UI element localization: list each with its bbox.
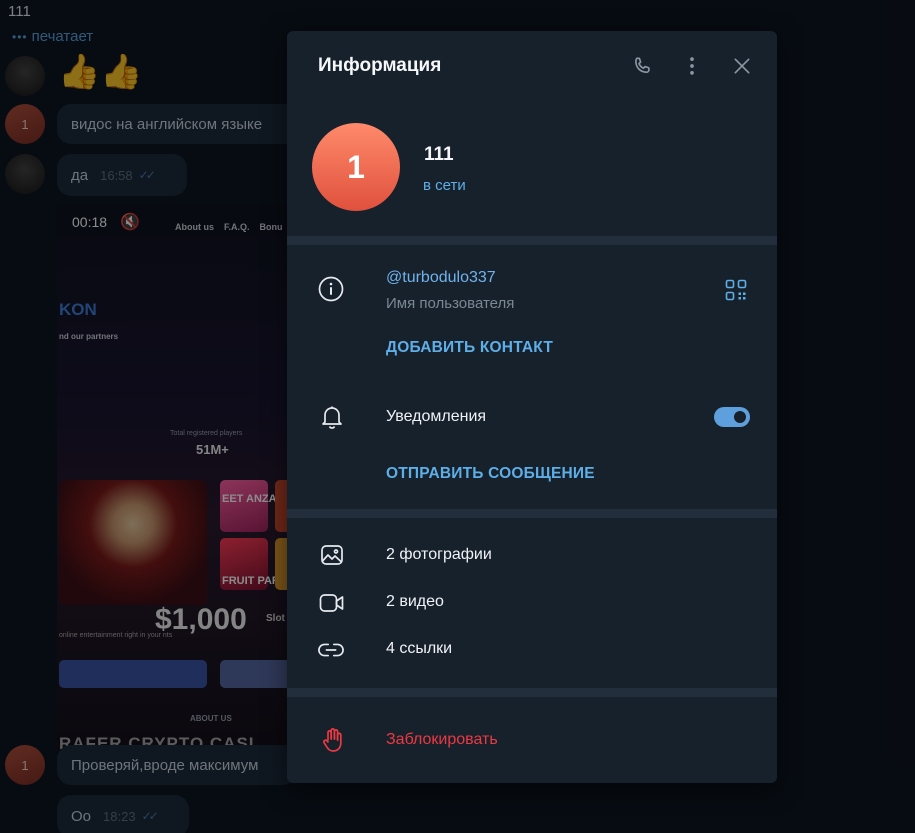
add-contact-button[interactable]: ДОБАВИТЬ КОНТАКТ xyxy=(386,339,553,357)
block-user-button[interactable]: Заблокировать xyxy=(386,731,498,749)
section-divider xyxy=(287,688,777,697)
info-icon xyxy=(318,276,344,302)
section-divider xyxy=(287,509,777,518)
notifications-toggle[interactable] xyxy=(714,407,750,427)
profile-name: 111 xyxy=(424,144,454,165)
bell-icon xyxy=(319,404,345,430)
send-message-button[interactable]: ОТПРАВИТЬ СООБЩЕНИЕ xyxy=(386,465,595,483)
links-count[interactable]: 4 ссылки xyxy=(386,640,452,658)
photo-icon xyxy=(319,542,345,568)
panel-title: Информация xyxy=(318,55,442,76)
username-label: Имя пользователя xyxy=(386,295,515,312)
close-icon[interactable] xyxy=(729,53,755,79)
notifications-label: Уведомления xyxy=(386,408,487,425)
username-link[interactable]: @turbodulo337 xyxy=(386,269,496,287)
toggle-knob xyxy=(731,408,749,426)
link-icon xyxy=(318,637,344,663)
online-status: в сети xyxy=(423,177,466,194)
profile-section: 1 111 в сети xyxy=(287,101,777,236)
phone-icon[interactable] xyxy=(629,53,655,79)
hand-stop-icon xyxy=(320,727,346,753)
videos-count[interactable]: 2 видео xyxy=(386,593,444,611)
user-info-panel: Информация 1 111 в сети @turbodulo337 Им… xyxy=(287,31,777,783)
photos-count[interactable]: 2 фотографии xyxy=(386,546,492,564)
qr-code-icon[interactable] xyxy=(724,278,748,302)
video-icon xyxy=(319,590,345,616)
avatar[interactable]: 1 xyxy=(312,123,400,211)
more-vertical-icon[interactable] xyxy=(679,53,705,79)
panel-header: Информация xyxy=(287,31,777,101)
section-divider xyxy=(287,236,777,245)
